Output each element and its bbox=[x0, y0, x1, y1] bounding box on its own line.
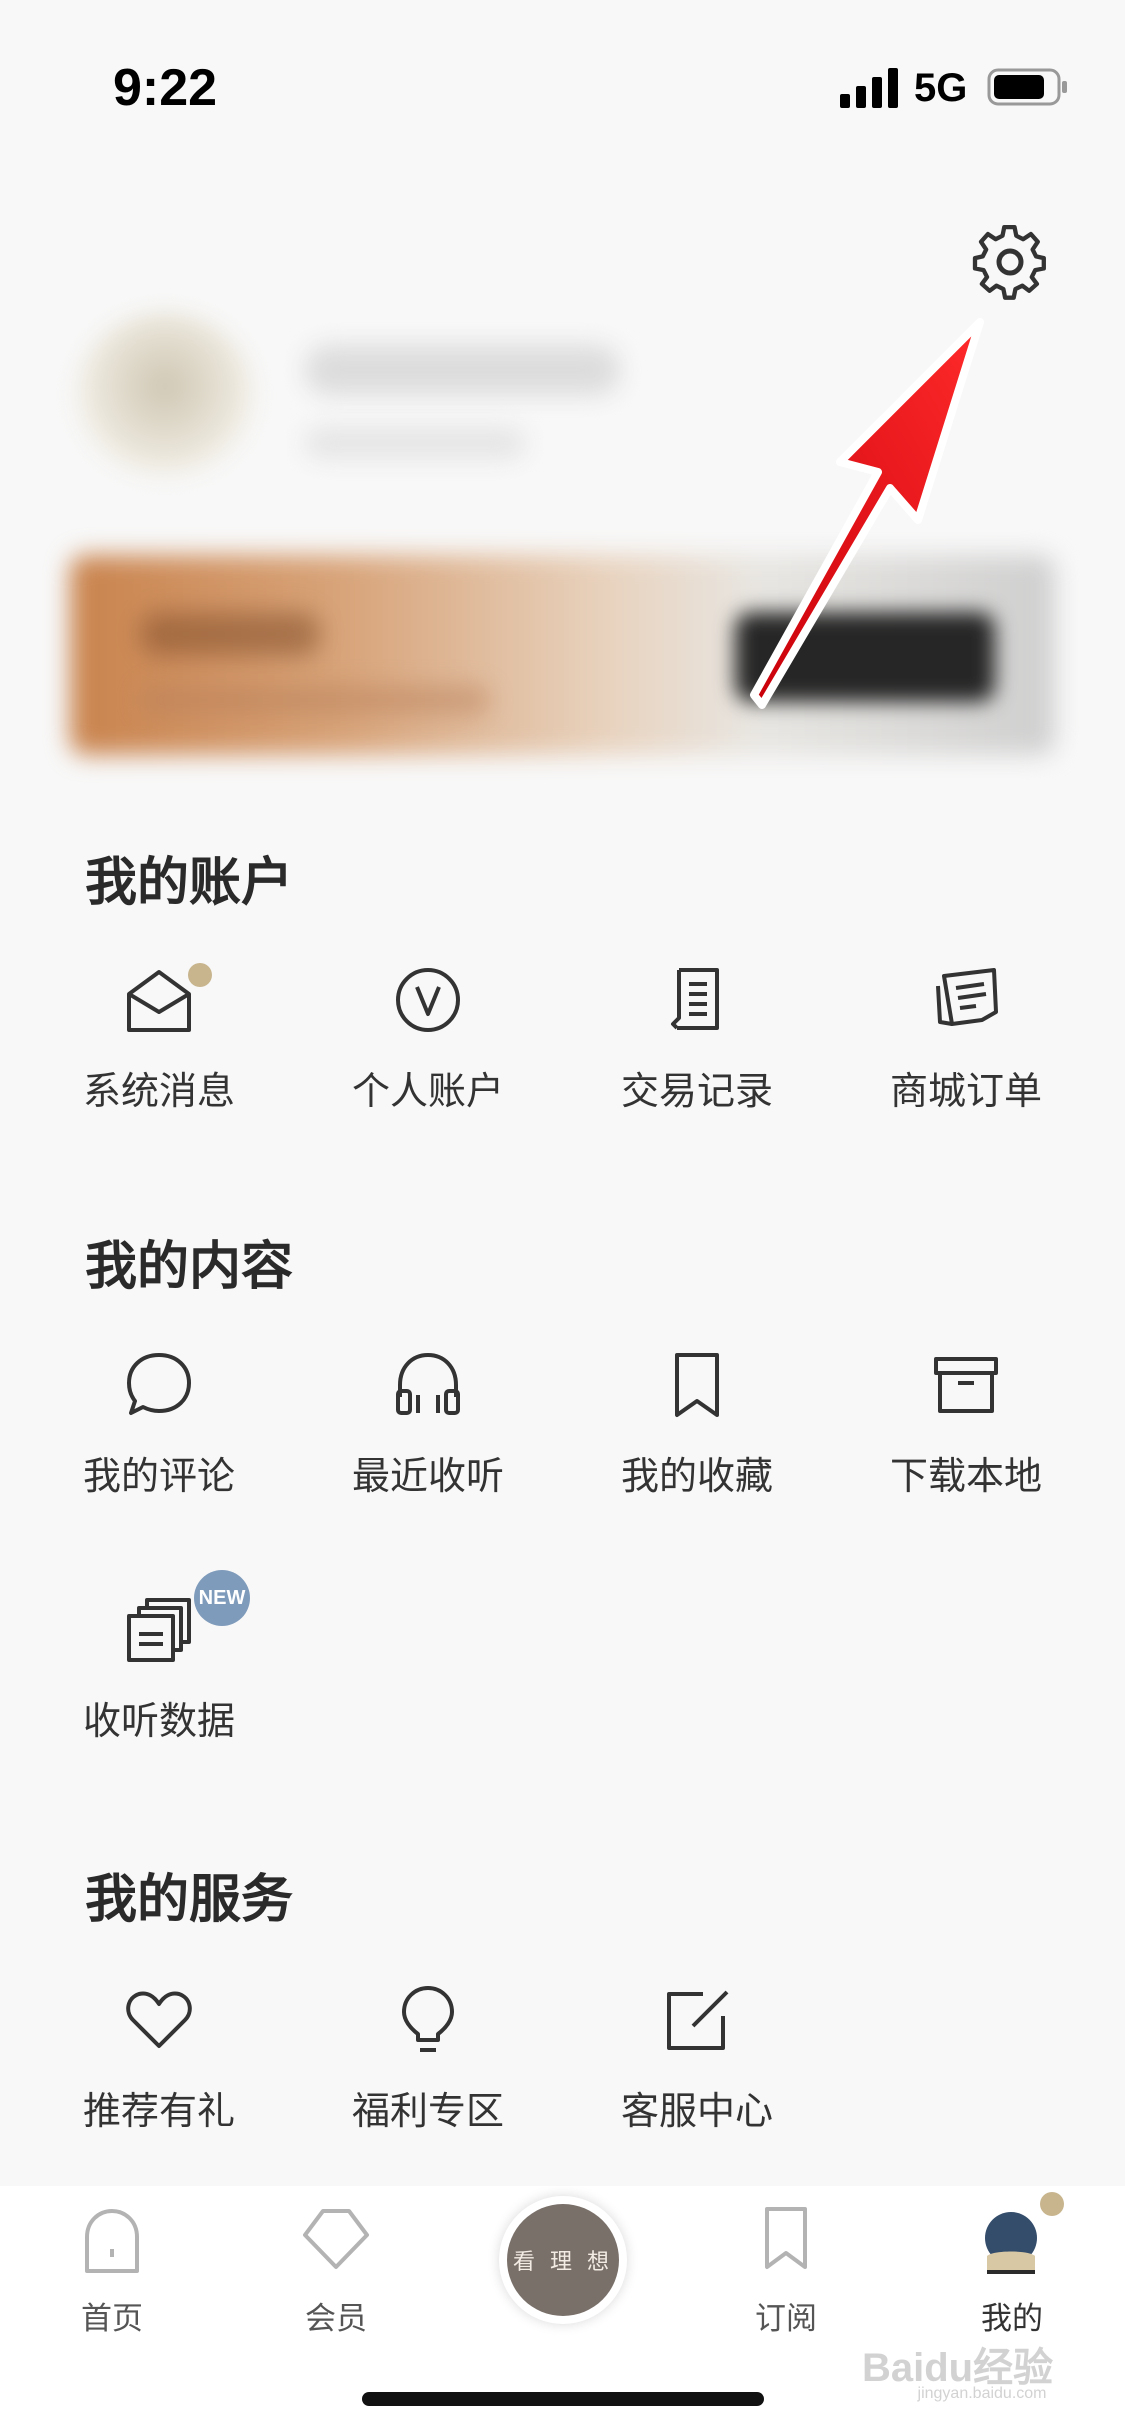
headphones-icon bbox=[396, 1353, 460, 1415]
bookmark-icon bbox=[675, 1353, 719, 1417]
grid-item-label: 交易记录 bbox=[620, 1069, 773, 1113]
envelope-open-icon bbox=[127, 970, 191, 1032]
baidu-watermark: Baidu经验 jingyan.baidu.com bbox=[862, 2335, 1102, 2415]
section-title-content: 我的内容 bbox=[85, 1236, 294, 1297]
status-bar: 9:22 5G bbox=[0, 0, 1125, 132]
grid-item-my-comments[interactable]: 我的评论 bbox=[59, 1345, 259, 1498]
heart-icon bbox=[126, 1991, 192, 2048]
grid-item-system-messages[interactable]: 系统消息 bbox=[59, 960, 259, 1113]
section-title-account: 我的账户 bbox=[85, 852, 294, 913]
vip-banner-title-blurred bbox=[140, 612, 320, 656]
home-arch-icon bbox=[85, 2209, 139, 2273]
notification-dot-badge bbox=[1040, 2192, 1064, 2216]
battery-icon bbox=[987, 68, 1067, 106]
order-list-icon bbox=[936, 968, 998, 1026]
tab-label: 我的 bbox=[981, 2301, 1043, 2337]
tab-label: 会员 bbox=[305, 2301, 367, 2337]
grid-item-my-favorites[interactable]: 我的收藏 bbox=[597, 1345, 797, 1498]
tab-label: 首页 bbox=[81, 2301, 143, 2337]
grid-item-label: 收听数据 bbox=[82, 1699, 235, 1743]
tab-center-kanlixiang[interactable]: 看 理 想 bbox=[499, 2196, 627, 2324]
watermark-url: jingyan.baidu.com bbox=[917, 2385, 1047, 2402]
home-indicator[interactable] bbox=[362, 2392, 764, 2406]
avatar-icon bbox=[985, 2212, 1037, 2274]
network-type: 5G bbox=[914, 66, 968, 110]
profile-subtitle-blurred bbox=[305, 428, 525, 458]
grid-item-label: 商城订单 bbox=[889, 1069, 1042, 1113]
lightbulb-icon bbox=[402, 1986, 454, 2052]
vip-banner-subtitle-blurred bbox=[140, 686, 490, 714]
new-badge: NEW bbox=[194, 1570, 250, 1626]
profile-avatar[interactable] bbox=[75, 312, 255, 477]
grid-item-label: 最近收听 bbox=[351, 1454, 504, 1498]
grid-item-mall-orders[interactable]: 商城订单 bbox=[866, 960, 1066, 1113]
grid-item-label: 个人账户 bbox=[351, 1069, 504, 1113]
pentagon-icon bbox=[303, 2209, 369, 2269]
tab-home[interactable]: 首页 bbox=[32, 2205, 192, 2337]
stacked-cards-icon bbox=[127, 1598, 191, 1662]
grid-item-label: 推荐有礼 bbox=[82, 2089, 235, 2133]
grid-item-label: 福利专区 bbox=[351, 2089, 504, 2133]
grid-item-transaction-records[interactable]: 交易记录 bbox=[597, 960, 797, 1113]
grid-item-label: 我的收藏 bbox=[620, 1454, 773, 1498]
grid-item-welfare-zone[interactable]: 福利专区 bbox=[328, 1980, 528, 2133]
unread-dot-badge bbox=[188, 963, 212, 987]
tab-membership[interactable]: 会员 bbox=[256, 2205, 416, 2337]
center-circle-icon: 看 理 想 bbox=[507, 2204, 619, 2316]
annotation-arrow-icon bbox=[750, 318, 984, 709]
profile-name-blurred[interactable] bbox=[305, 345, 620, 395]
grid-item-label: 下载本地 bbox=[889, 1454, 1042, 1498]
v-circle-icon bbox=[396, 968, 460, 1032]
grid-item-customer-service[interactable]: 客服中心 bbox=[597, 1980, 797, 2133]
section-title-services: 我的服务 bbox=[85, 1869, 294, 1930]
grid-item-referral-rewards[interactable]: 推荐有礼 bbox=[59, 1980, 259, 2133]
grid-item-recent-listening[interactable]: 最近收听 bbox=[328, 1345, 528, 1498]
tab-subscribe[interactable]: 订阅 bbox=[706, 2205, 866, 2337]
archive-box-icon bbox=[934, 1357, 998, 1413]
grid-item-label: 客服中心 bbox=[620, 2089, 773, 2133]
bookmark-icon bbox=[765, 2207, 807, 2269]
grid-item-label: 我的评论 bbox=[82, 1454, 235, 1498]
comment-bubble-icon bbox=[127, 1353, 191, 1415]
settings-button[interactable] bbox=[970, 225, 1050, 305]
tab-label: 订阅 bbox=[755, 2301, 817, 2337]
grid-item-label: 系统消息 bbox=[82, 1069, 235, 1113]
status-time: 9:22 bbox=[113, 59, 218, 117]
gear-icon bbox=[972, 225, 1046, 300]
grid-item-download-local[interactable]: 下载本地 bbox=[866, 1345, 1066, 1498]
edit-square-icon bbox=[667, 1990, 729, 2050]
grid-item-personal-account[interactable]: 个人账户 bbox=[328, 960, 528, 1113]
receipt-icon bbox=[671, 968, 719, 1030]
cellular-signal-icon bbox=[840, 68, 898, 108]
